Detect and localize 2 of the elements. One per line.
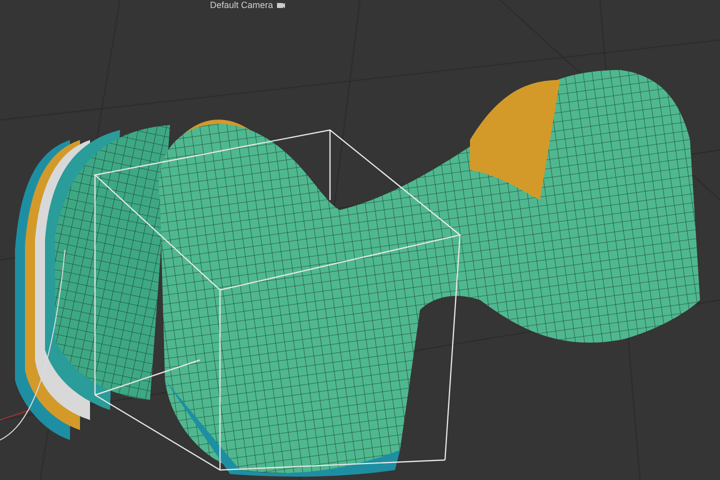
camera-icon (277, 2, 286, 8)
camera-label: Default Camera (210, 0, 274, 10)
